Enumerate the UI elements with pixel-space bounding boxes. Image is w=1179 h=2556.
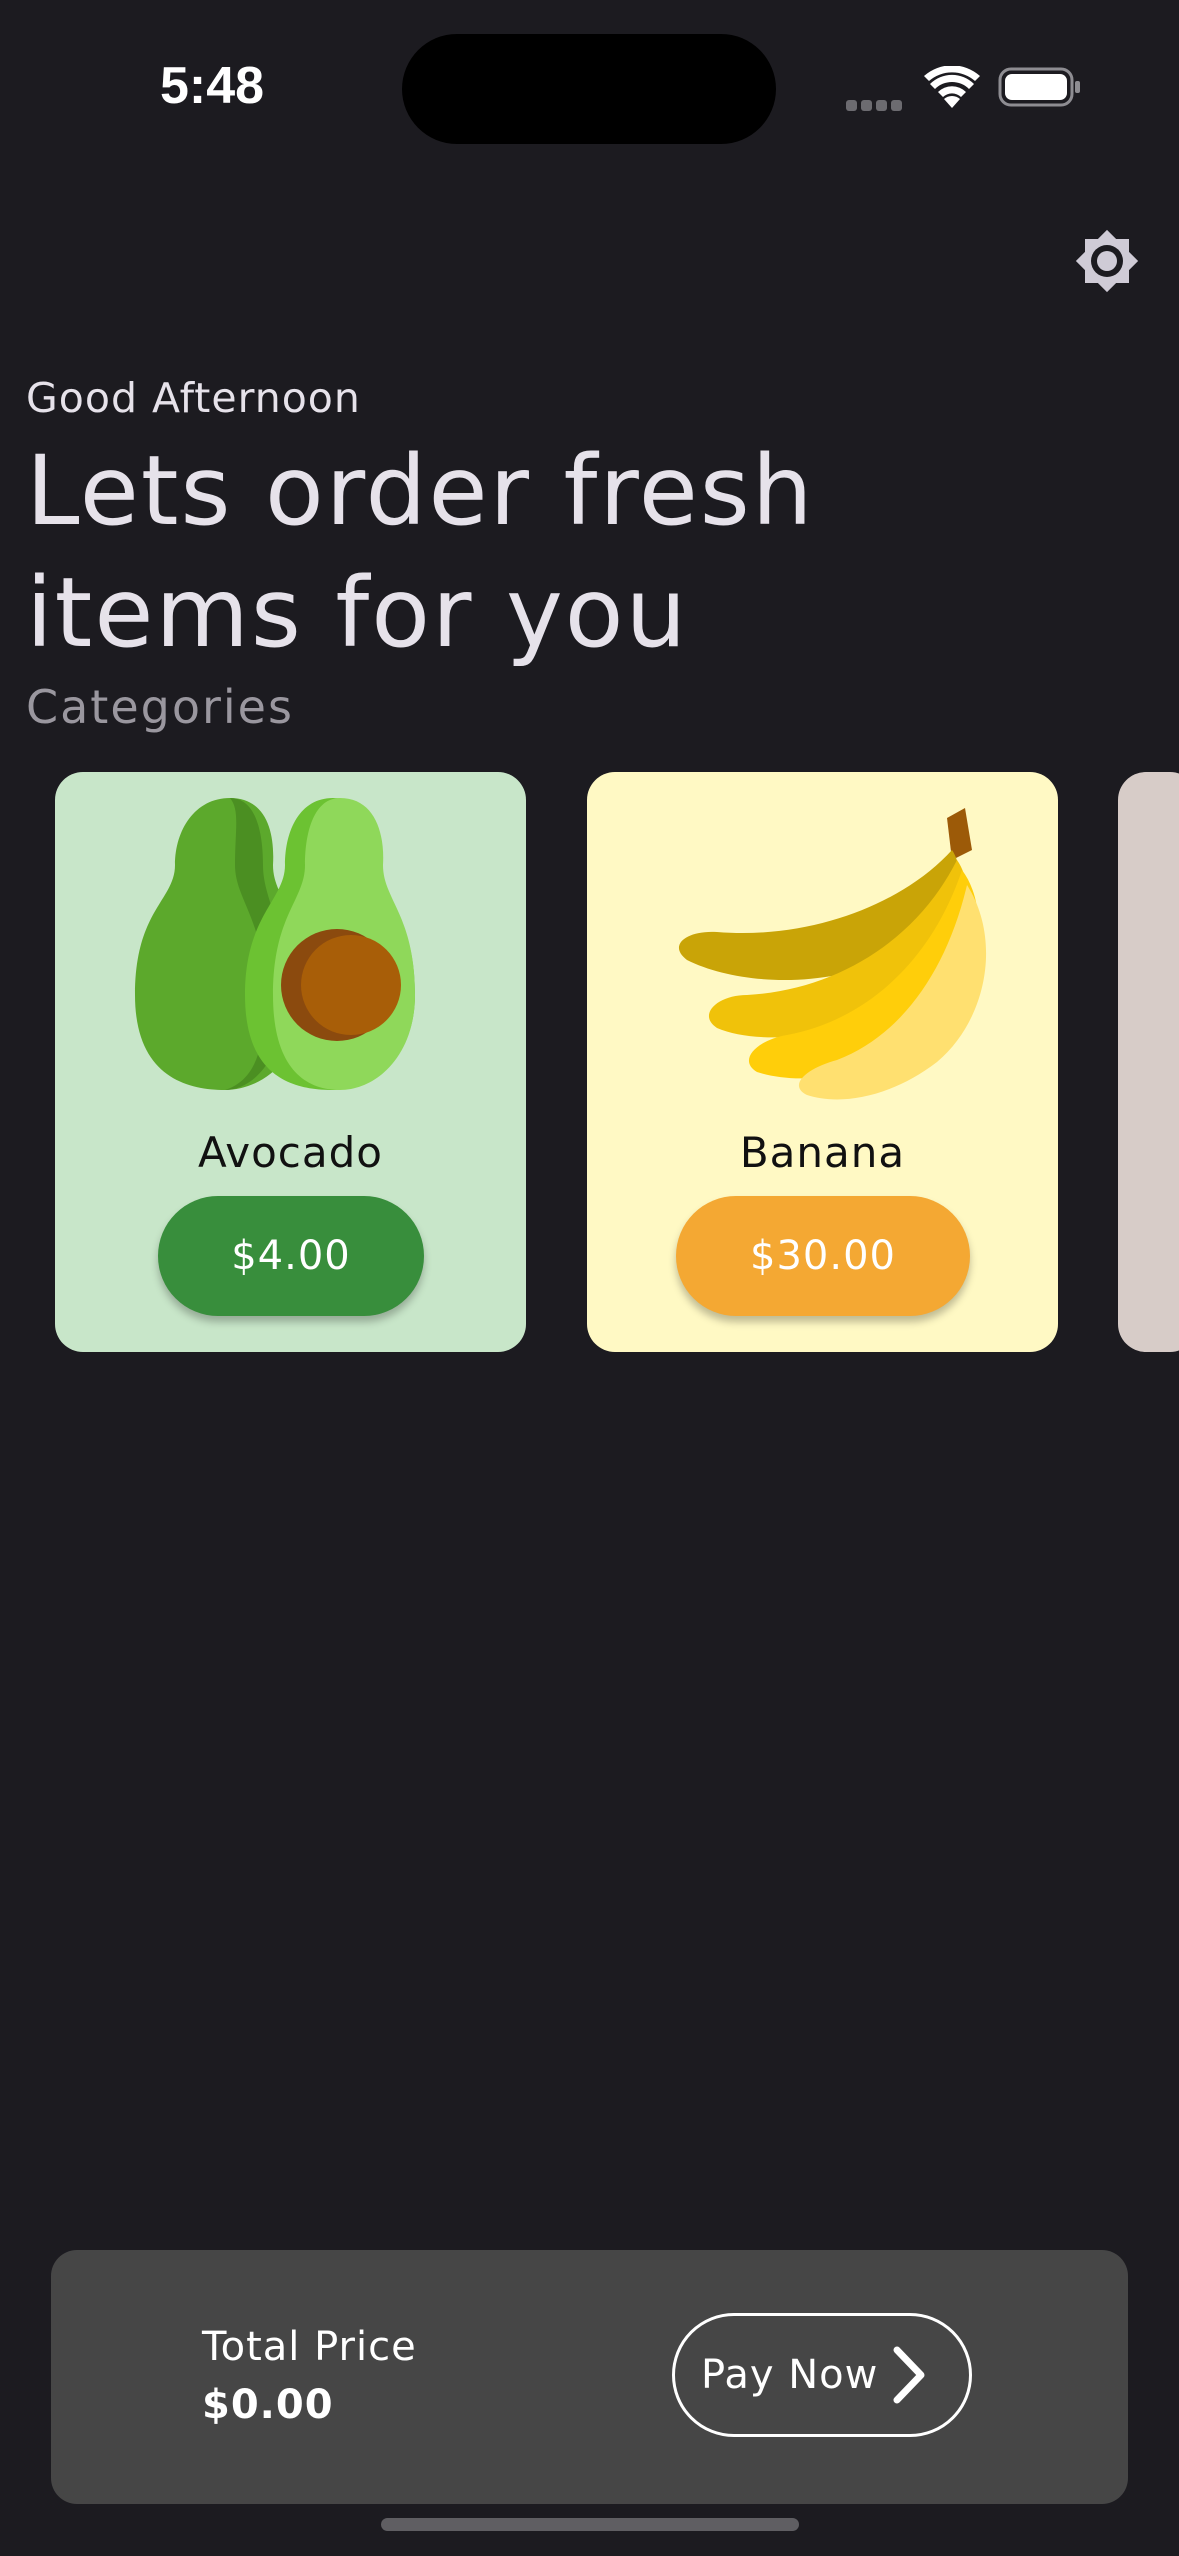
product-card-avocado[interactable]: Avocado $4.00 <box>55 772 526 1352</box>
status-bar: 5:48 <box>0 0 1179 170</box>
wifi-icon <box>924 66 980 108</box>
total-price-value: $0.00 <box>202 2382 334 2428</box>
headline-line-2: items for you <box>26 557 689 669</box>
status-time: 5:48 <box>160 57 265 115</box>
add-banana-price-button[interactable]: $30.00 <box>676 1196 970 1316</box>
avocado-icon <box>135 798 415 1090</box>
greeting-text: Good Afternoon <box>26 374 361 422</box>
total-price-label: Total Price <box>202 2324 417 2370</box>
pay-now-label: Pay Now <box>701 2352 879 2398</box>
home-indicator[interactable] <box>381 2518 799 2531</box>
headline-line-1: Lets order fresh <box>26 435 815 547</box>
chevron-right-icon <box>893 2346 925 2404</box>
product-name: Banana <box>739 1128 906 1177</box>
product-name: Avocado <box>197 1128 383 1177</box>
pay-now-button[interactable]: Pay Now <box>672 2313 972 2437</box>
add-avocado-price-button[interactable]: $4.00 <box>158 1196 424 1316</box>
product-card-banana[interactable]: Banana $30.00 <box>587 772 1058 1352</box>
dynamic-island <box>402 34 776 144</box>
cellular-signal-icon <box>846 96 906 115</box>
checkout-bar: Total Price $0.00 Pay Now <box>51 2250 1128 2504</box>
battery-icon <box>998 67 1080 107</box>
categories-title: Categories <box>26 680 294 734</box>
page-headline: Lets order fresh items for you <box>26 430 926 674</box>
product-card-next-partial[interactable] <box>1118 772 1179 1352</box>
banana-icon <box>678 808 987 1100</box>
brightness-gear-icon[interactable] <box>1070 224 1144 298</box>
